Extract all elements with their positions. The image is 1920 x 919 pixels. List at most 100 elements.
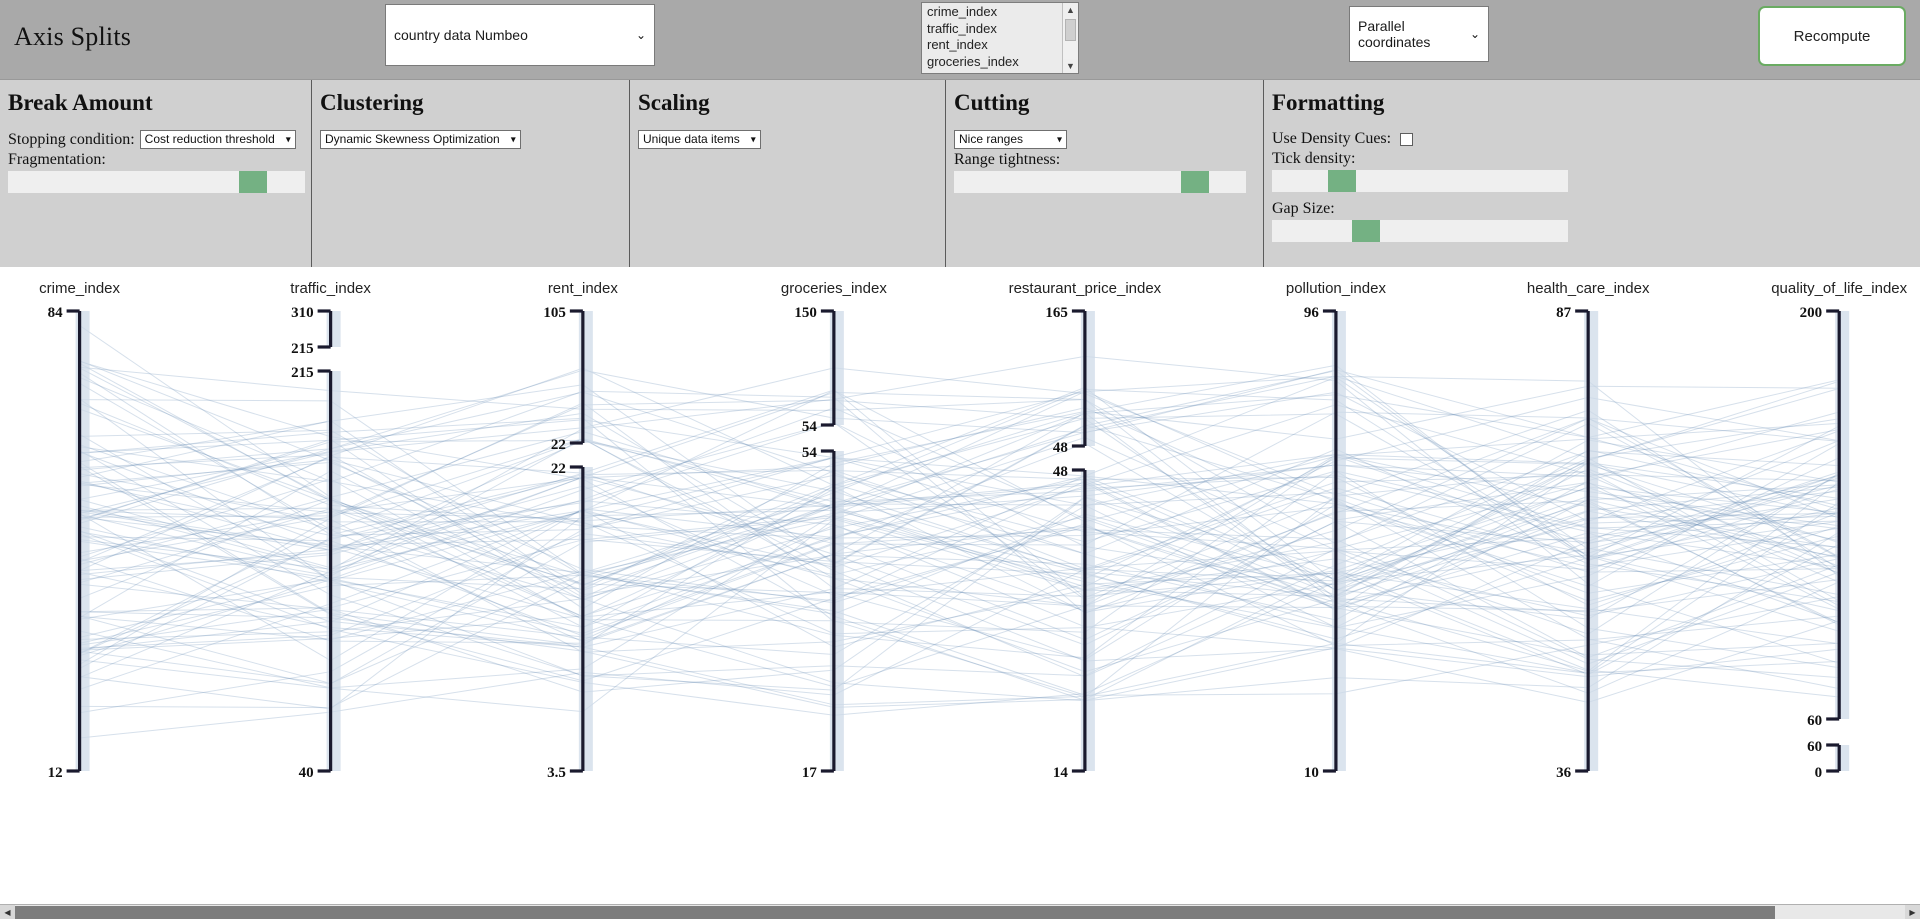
scroll-right-arrow-icon[interactable]: ▶ [1905, 905, 1920, 919]
scrollbar-thumb[interactable] [15, 906, 1775, 919]
axis-tick-label: 87 [1556, 305, 1572, 321]
stopping-condition-row: Stopping condition: Cost reduction thres… [8, 130, 299, 149]
density-cues-label: Use Density Cues: [1272, 130, 1392, 147]
axis-label-crime-index: crime_index [39, 280, 120, 297]
range-tightness-slider[interactable] [954, 171, 1246, 193]
gap-size-slider-thumb[interactable] [1352, 220, 1381, 242]
density-band [75, 311, 90, 771]
scroll-down-arrow-icon[interactable]: ▼ [1063, 59, 1078, 73]
axis-tick-label: 40 [299, 765, 314, 781]
control-panel-row: Break Amount Stopping condition: Cost re… [0, 80, 1920, 267]
axis-tick-label: 54 [802, 445, 818, 461]
axis-label-quality-of-life-index: quality_of_life_index [1771, 280, 1907, 297]
data-polyline [79, 473, 1840, 635]
view-type-select[interactable]: Parallel coordinates ⌄ [1349, 6, 1489, 62]
attribute-option-groceries-index[interactable]: groceries_index [925, 54, 1062, 71]
panel-title-clustering: Clustering [320, 90, 424, 115]
axis-tick-label: 22 [551, 437, 566, 453]
clustering-method-value: Dynamic Skewness Optimization [325, 132, 500, 146]
dataset-select[interactable]: country data Numbeo ⌄ [385, 4, 655, 66]
panel-title-formatting: Formatting [1272, 90, 1385, 115]
axis-tick-label: 3.5 [547, 765, 566, 781]
cutting-mode-value: Nice ranges [959, 132, 1024, 146]
axis-tick-label: 12 [48, 765, 63, 781]
cutting-mode-select[interactable]: Nice ranges ▾ [954, 130, 1067, 149]
recompute-button[interactable]: Recompute [1758, 6, 1906, 66]
horizontal-scrollbar[interactable]: ◀ ▶ [0, 904, 1920, 919]
scroll-left-arrow-icon[interactable]: ◀ [0, 905, 15, 919]
axis-label-traffic-index: traffic_index [290, 280, 371, 297]
fragmentation-label-row: Fragmentation: [8, 151, 299, 169]
axis-tick-label: 60 [1807, 713, 1822, 729]
panel-break-amount: Break Amount Stopping condition: Cost re… [0, 80, 312, 267]
axis-tick-label: 22 [551, 461, 566, 477]
density-band [1080, 470, 1095, 771]
density-band [578, 467, 593, 771]
axis-tick-label: 84 [48, 305, 64, 321]
density-band [326, 371, 341, 771]
chevron-down-icon: ▾ [1056, 134, 1062, 145]
density-band [1331, 311, 1346, 771]
gap-size-label: Gap Size: [1272, 200, 1335, 217]
fragmentation-slider-thumb[interactable] [239, 171, 268, 193]
fragmentation-slider[interactable] [8, 171, 305, 193]
density-band [1835, 311, 1850, 719]
panel-title-scaling: Scaling [638, 90, 710, 115]
axis-label-pollution-index: pollution_index [1286, 280, 1387, 297]
tick-density-slider[interactable] [1272, 170, 1568, 192]
axis-tick-label: 48 [1053, 440, 1068, 456]
attribute-options: crime_index traffic_index rent_index gro… [922, 3, 1062, 73]
chevron-down-icon: ⌄ [635, 28, 646, 42]
stopping-condition-select[interactable]: Cost reduction threshold ▾ [139, 130, 296, 149]
parallel-coordinates-plot[interactable]: crime_index 84 12 traffic_index 310 215 215 40 r… [0, 267, 1920, 904]
gap-size-label-row: Gap Size: [1272, 200, 1908, 218]
axis-tick-label: 150 [794, 305, 817, 321]
panel-clustering: Clustering Dynamic Skewness Optimization… [312, 80, 630, 267]
stopping-condition-value: Cost reduction threshold [144, 132, 275, 146]
density-band [326, 311, 341, 347]
axis-label-health-care-index: health_care_index [1527, 280, 1650, 297]
tick-density-label-row: Tick density: [1272, 150, 1908, 168]
range-tightness-slider-thumb[interactable] [1181, 171, 1210, 193]
attribute-listbox[interactable]: crime_index traffic_index rent_index gro… [921, 2, 1079, 74]
axis-label-restaurant-price-index: restaurant_price_index [1009, 280, 1162, 297]
density-band [578, 311, 593, 443]
density-cues-checkbox[interactable] [1400, 132, 1414, 146]
view-type-value: Parallel coordinates [1358, 18, 1431, 50]
axis-tick-label: 105 [543, 305, 566, 321]
scaling-mode-row: Unique data items ▾ [638, 130, 933, 149]
axis-tick-label: 0 [1815, 765, 1823, 781]
stopping-condition-label: Stopping condition: [8, 130, 135, 148]
chevron-down-icon: ▾ [510, 134, 516, 145]
top-toolbar: Axis Splits country data Numbeo ⌄ crime_… [0, 0, 1920, 80]
density-band [829, 451, 844, 771]
axis-tick-label: 215 [291, 365, 314, 381]
axis-tick-label: 96 [1304, 305, 1320, 321]
density-band [829, 311, 844, 425]
panel-scaling: Scaling Unique data items ▾ [630, 80, 946, 267]
panel-formatting: Formatting Use Density Cues: Tick densit… [1264, 80, 1920, 267]
clustering-method-row: Dynamic Skewness Optimization ▾ [320, 130, 617, 149]
panel-title-break-amount: Break Amount [8, 90, 153, 115]
clustering-method-select[interactable]: Dynamic Skewness Optimization ▾ [320, 130, 521, 149]
range-tightness-label-row: Range tightness: [954, 151, 1251, 169]
cutting-mode-row: Nice ranges ▾ [954, 130, 1251, 149]
tick-density-slider-thumb[interactable] [1328, 170, 1357, 192]
axis-tick-label: 48 [1053, 464, 1068, 480]
attribute-listbox-scrollbar[interactable]: ▲ ▼ [1062, 3, 1078, 73]
attribute-option-crime-index[interactable]: crime_index [925, 4, 1062, 21]
scrollbar-thumb[interactable] [1065, 19, 1076, 41]
axis-label-groceries-index: groceries_index [781, 280, 887, 297]
attribute-option-rent-index[interactable]: rent_index [925, 37, 1062, 54]
density-cues-row: Use Density Cues: [1272, 130, 1908, 148]
panel-cutting: Cutting Nice ranges ▾ Range tightness: [946, 80, 1264, 267]
axis-tick-label: 17 [802, 765, 818, 781]
chevron-down-icon: ⌄ [1469, 27, 1480, 41]
attribute-option-traffic-index[interactable]: traffic_index [925, 21, 1062, 38]
density-band [1080, 311, 1095, 446]
scroll-up-arrow-icon[interactable]: ▲ [1063, 3, 1078, 17]
scaling-mode-select[interactable]: Unique data items ▾ [638, 130, 761, 149]
axis-tick-label: 14 [1053, 765, 1069, 781]
range-tightness-label: Range tightness: [954, 151, 1061, 168]
gap-size-slider[interactable] [1272, 220, 1568, 242]
